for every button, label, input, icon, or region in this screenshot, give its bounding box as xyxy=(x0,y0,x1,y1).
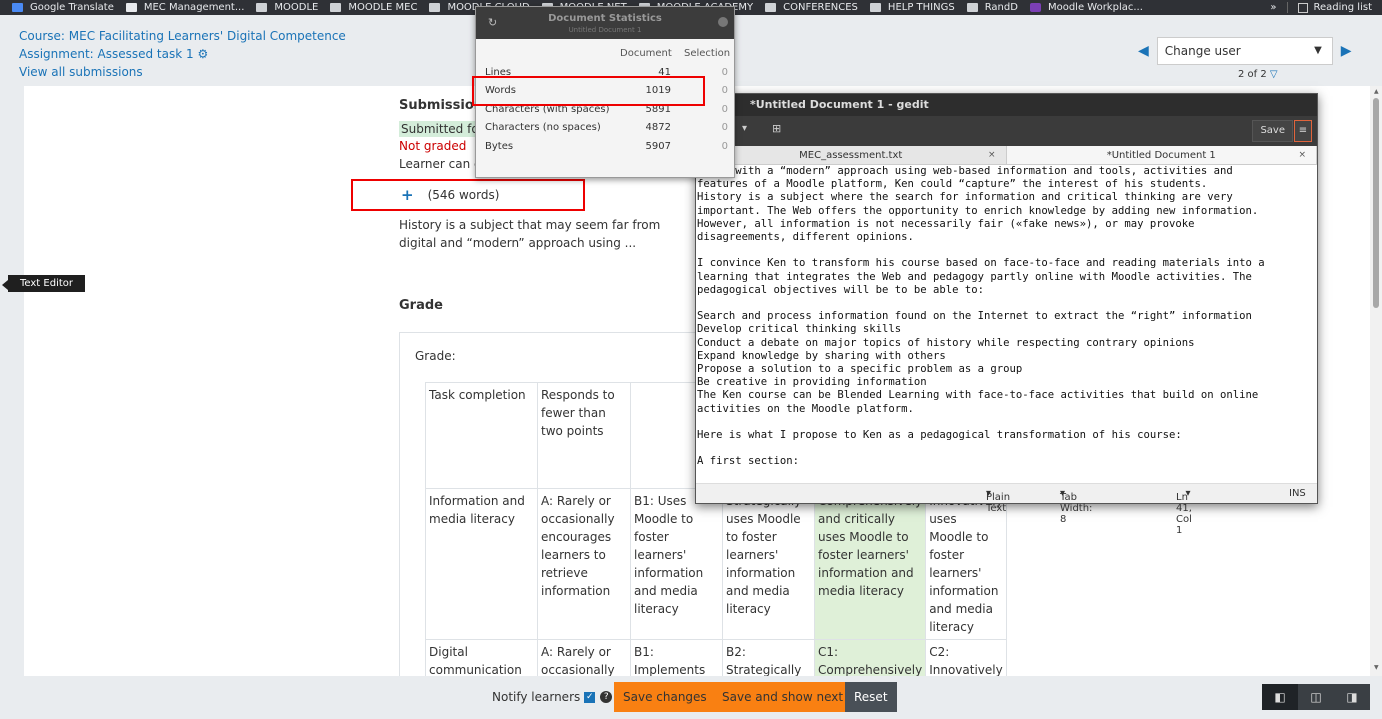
stats-row-bytes: Bytes 5907 0 xyxy=(485,141,728,152)
rubric-level[interactable]: B1: Uses Moodle to foster learners' info… xyxy=(630,488,723,640)
help-icon[interactable]: ? xyxy=(600,691,613,703)
grade-label: Grade: xyxy=(415,349,456,363)
dialog-title: Document Statistics xyxy=(548,13,662,24)
bookmarks-overflow-button[interactable]: » xyxy=(1270,2,1276,13)
notify-learners: Notify learners ✓ ? xyxy=(492,690,613,704)
bookmark-conferences[interactable]: CONFERENCES xyxy=(765,2,858,13)
folder-icon xyxy=(765,3,777,12)
moodle-workplace-icon xyxy=(1029,3,1041,12)
breadcrumb: Course: MEC Facilitating Learners' Digit… xyxy=(19,27,346,81)
rubric-row: Information and media literacy A: Rarely… xyxy=(425,488,1007,640)
save-and-show-next-button[interactable]: Save and show next xyxy=(713,682,853,712)
bookmark-mec-management[interactable]: MEC Management... xyxy=(125,2,244,13)
trello-icon xyxy=(125,3,137,12)
google-translate-icon xyxy=(12,3,23,12)
scrollbar-thumb[interactable] xyxy=(1373,98,1379,308)
rubric-level-selected[interactable]: Comprehensively and critically uses Mood… xyxy=(813,488,927,640)
learner-edit-status: Learner can e xyxy=(399,157,482,171)
tab-width-selector[interactable]: Tab Width: 8 ▾ xyxy=(1060,488,1092,525)
folder-icon xyxy=(869,3,881,12)
scroll-down-icon[interactable]: ▼ xyxy=(1374,664,1379,671)
gedit-save-button[interactable]: Save xyxy=(1252,120,1293,142)
gedit-toolbar: ▾ ⊞ Save ≡ xyxy=(696,116,1317,146)
close-icon[interactable]: × xyxy=(988,146,996,165)
divider xyxy=(1286,2,1288,13)
bookmark-moodle-workplace[interactable]: Moodle Workplac... xyxy=(1029,2,1143,13)
close-icon[interactable] xyxy=(718,17,728,27)
new-tab-icon[interactable]: ⊞ xyxy=(772,122,781,135)
rubric-criterion: Task completion xyxy=(425,382,538,489)
bookmark-google-translate[interactable]: Google Translate xyxy=(12,2,114,13)
reading-list-icon xyxy=(1297,2,1308,13)
bookmark-randd[interactable]: RandD xyxy=(966,2,1018,13)
previous-user-icon[interactable]: ◀ xyxy=(1138,43,1149,59)
stats-row-chars-nospaces: Characters (no spaces) 4872 0 xyxy=(485,122,728,133)
insert-mode: INS xyxy=(1289,488,1306,499)
user-pager: 2 of 2 ▽ xyxy=(1238,69,1278,80)
layout-toggle: ◧ ◫ ◨ xyxy=(1262,684,1370,710)
save-changes-button[interactable]: Save changes xyxy=(614,682,716,712)
folder-icon xyxy=(966,3,978,12)
course-link[interactable]: Course: MEC Facilitating Learners' Digit… xyxy=(19,27,346,45)
highlight-box xyxy=(472,76,705,106)
rubric-level[interactable]: Responds to fewer than two points xyxy=(537,382,631,489)
rubric-criterion: Information and media literacy xyxy=(425,488,538,640)
folder-icon xyxy=(429,3,441,12)
tab-mec-assessment[interactable]: MEC_assessment.txt × xyxy=(696,146,1007,164)
change-user-control: ◀ Change user ▶ xyxy=(1138,37,1352,65)
language-selector[interactable]: Plain Text ▾ xyxy=(986,488,1010,514)
col-selection: Selection xyxy=(684,48,731,59)
view-all-submissions-link[interactable]: View all submissions xyxy=(19,63,346,81)
folder-icon xyxy=(330,3,342,12)
layout-collapse-review-icon[interactable]: ◨ xyxy=(1334,684,1370,710)
reading-list-button[interactable]: Reading list xyxy=(1314,2,1372,13)
rubric-level[interactable]: Strategically uses Moodle to foster lear… xyxy=(722,488,815,640)
layout-collapse-grade-icon[interactable]: ◧ xyxy=(1262,684,1298,710)
dialog-titlebar: ↻ Document Statistics Untitled Document … xyxy=(476,7,734,39)
gear-icon[interactable]: ⚙ xyxy=(197,47,208,61)
highlight-box xyxy=(351,179,585,211)
assignment-link[interactable]: Assignment: Assessed task 1 ⚙ xyxy=(19,45,346,63)
cursor-position[interactable]: Ln 41, Col 1 ▾ xyxy=(1176,488,1192,536)
open-dropdown-icon[interactable]: ▾ xyxy=(742,123,747,134)
next-user-icon[interactable]: ▶ xyxy=(1341,43,1352,59)
layout-default-icon[interactable]: ◫ xyxy=(1298,684,1334,710)
close-icon[interactable]: × xyxy=(1298,146,1306,165)
filter-icon[interactable]: ▽ xyxy=(1270,69,1278,80)
bookmark-help-things[interactable]: HELP THINGS xyxy=(869,2,955,13)
gedit-window: *Untitled Document 1 - gedit ▾ ⊞ Save ≡ … xyxy=(695,93,1318,536)
grading-status: Not graded xyxy=(399,139,467,153)
gedit-tabs: MEC_assessment.txt × *Untitled Document 1… xyxy=(696,146,1317,165)
bookmark-moodle-mec[interactable]: MOODLE MEC xyxy=(330,2,417,13)
submission-heading: Submission xyxy=(399,98,484,113)
scroll-up-icon[interactable]: ▲ xyxy=(1374,88,1379,95)
submission-excerpt: History is a subject that may seem far f… xyxy=(399,218,661,250)
submission-status: Submitted for xyxy=(399,121,486,137)
tab-untitled-document[interactable]: *Untitled Document 1 × xyxy=(1006,146,1317,165)
gedit-title: *Untitled Document 1 - gedit xyxy=(696,94,1317,116)
gedit-statusbar: Plain Text ▾ Tab Width: 8 ▾ Ln 41, Col 1… xyxy=(696,483,1317,536)
hamburger-menu-icon[interactable]: ≡ xyxy=(1294,120,1312,142)
notify-checkbox[interactable]: ✓ xyxy=(584,691,596,703)
folder-icon xyxy=(256,3,268,12)
dialog-subtitle: Untitled Document 1 xyxy=(568,26,642,34)
left-margin xyxy=(0,86,24,676)
change-user-select[interactable]: Change user xyxy=(1156,37,1333,65)
text-editor-tooltip: Text Editor xyxy=(2,275,85,292)
rubric-level[interactable]: A: Rarely or occasionally encourages lea… xyxy=(537,488,631,640)
grade-heading: Grade xyxy=(399,298,443,313)
reset-button[interactable]: Reset xyxy=(845,682,897,712)
col-document: Document xyxy=(620,48,672,59)
gedit-text-area[interactable]: using with a “modern” approach using web… xyxy=(697,165,1316,484)
bookmark-moodle[interactable]: MOODLE xyxy=(256,2,318,13)
